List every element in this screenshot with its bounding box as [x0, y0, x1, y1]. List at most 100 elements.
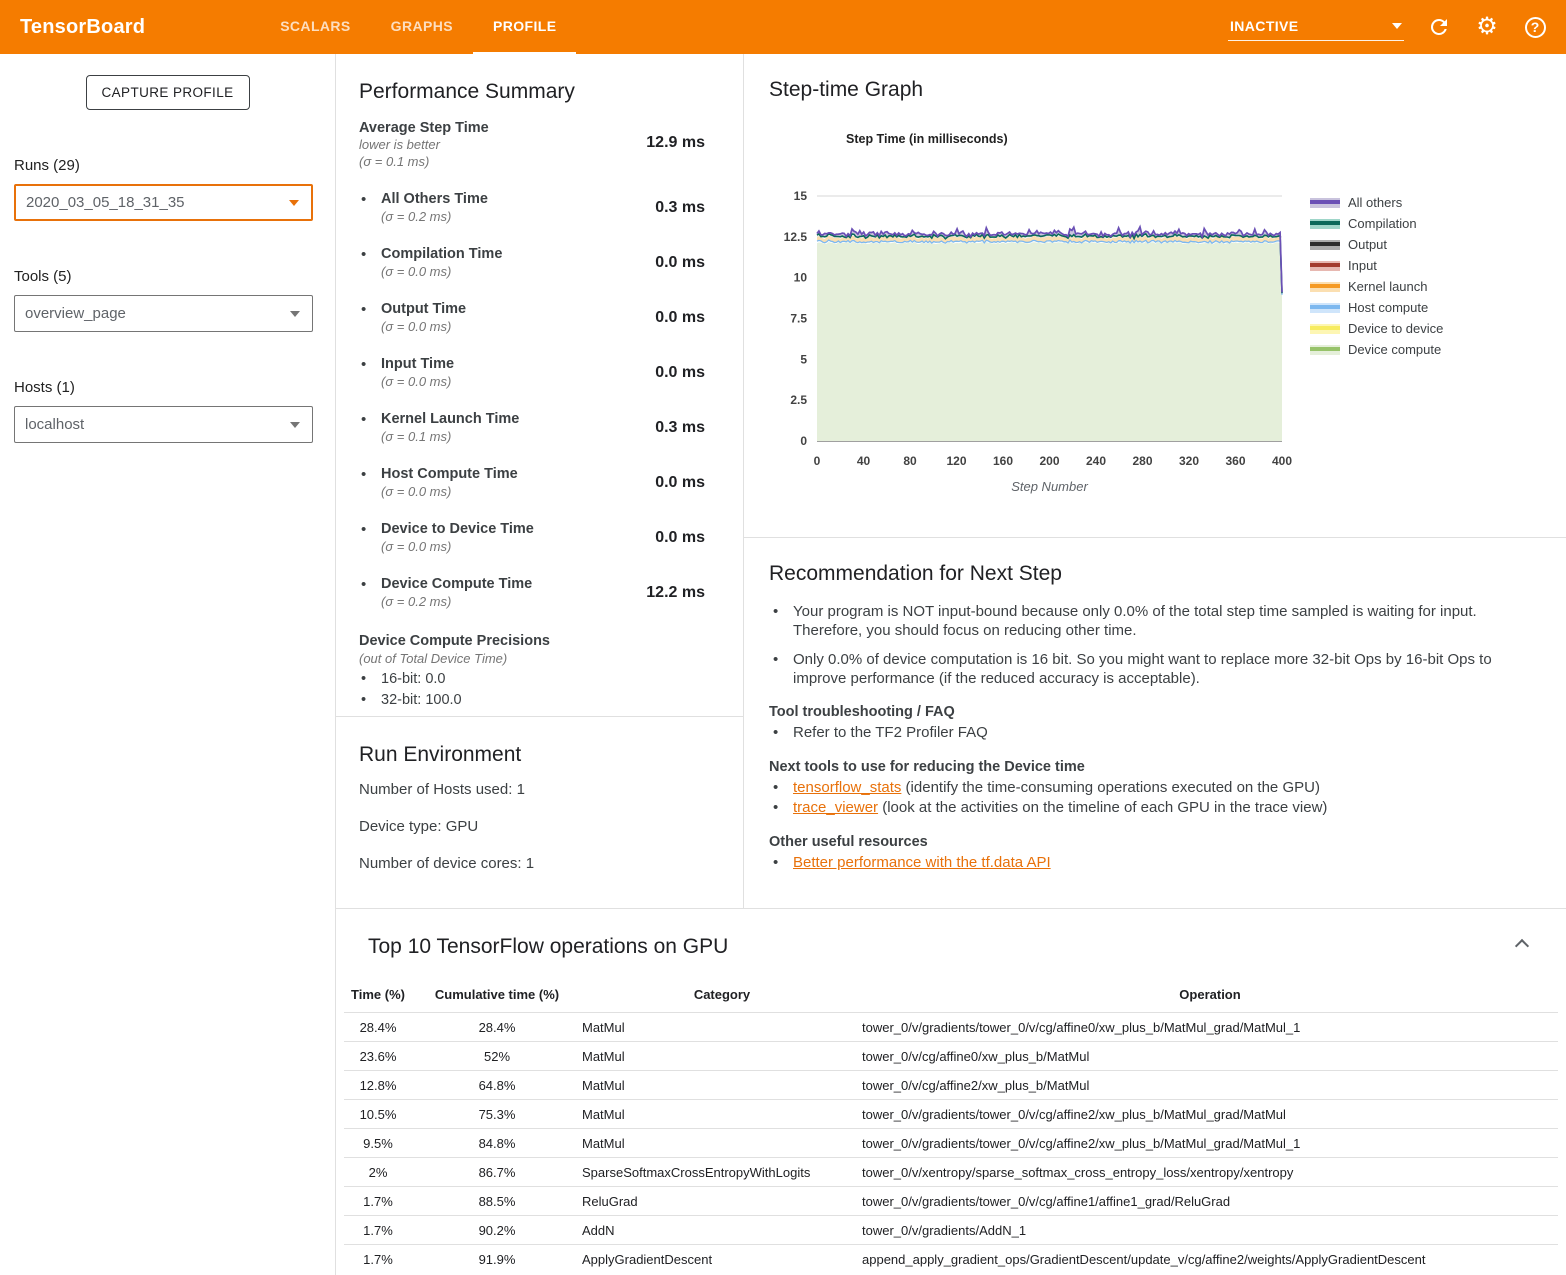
legend-label: Kernel launch	[1348, 279, 1428, 294]
cell-operation: tower_0/v/gradients/tower_0/v/cg/affine2…	[862, 1129, 1558, 1158]
col-header-category: Category	[582, 981, 862, 1013]
help-button[interactable]: ?	[1522, 14, 1548, 40]
legend-swatch	[1310, 198, 1340, 208]
capture-profile-button[interactable]: CAPTURE PROFILE	[86, 75, 250, 110]
cell-cumulative: 88.5%	[412, 1187, 582, 1216]
cell-cumulative: 91.9%	[412, 1245, 582, 1274]
chevron-down-icon	[289, 200, 299, 206]
resource-item: Better performance with the tf.data API	[769, 853, 1541, 873]
metric-sigma: (σ = 0.0 ms)	[381, 539, 534, 554]
tab-profile[interactable]: PROFILE	[473, 0, 576, 54]
legend-label: Device to device	[1348, 321, 1443, 336]
metric-value: 0.0 ms	[655, 364, 705, 389]
cell-operation: append_apply_gradient_ops/GradientDescen…	[862, 1245, 1558, 1274]
settings-button[interactable]: ⚙	[1474, 14, 1500, 40]
run-environment-title: Run Environment	[359, 743, 720, 767]
cell-time: 1.7%	[344, 1216, 412, 1245]
precision-item: 16-bit: 0.0	[359, 671, 705, 687]
metric-value: 0.0 ms	[655, 254, 705, 279]
legend-item: Host compute	[1310, 297, 1443, 318]
average-step-time-label: Average Step Time	[359, 120, 489, 136]
recommendation-bullets: Your program is NOT input-bound because …	[769, 602, 1541, 688]
legend-swatch	[1310, 261, 1340, 271]
metric-sigma: (σ = 0.0 ms)	[381, 319, 466, 334]
cell-time: 28.4%	[344, 1013, 412, 1042]
table-row: 1.7% 88.5% ReluGrad tower_0/v/gradients/…	[344, 1187, 1558, 1216]
legend-swatch	[1310, 282, 1340, 292]
sidebar: CAPTURE PROFILE Runs (29) 2020_03_05_18_…	[0, 54, 335, 1275]
legend-label: Compilation	[1348, 216, 1417, 231]
cell-operation: tower_0/v/cg/affine2/xw_plus_b/MatMul	[862, 1071, 1558, 1100]
faq-group-title: Tool troubleshooting / FAQ	[769, 704, 1541, 720]
col-header-operation: Operation	[862, 981, 1558, 1013]
svg-text:Step Number: Step Number	[1011, 479, 1088, 494]
help-icon: ?	[1525, 17, 1546, 38]
chevron-down-icon	[290, 311, 300, 317]
gear-icon: ⚙	[1476, 15, 1498, 39]
legend-item: Input	[1310, 255, 1443, 276]
metric-list: All Others Time (σ = 0.2 ms) 0.3 ms Comp…	[359, 191, 705, 609]
svg-text:7.5: 7.5	[790, 312, 807, 326]
metric-row: All Others Time (σ = 0.2 ms) 0.3 ms	[359, 191, 705, 224]
cell-time: 23.6%	[344, 1042, 412, 1071]
faq-items: Refer to the TF2 Profiler FAQ	[769, 723, 1541, 743]
cell-cumulative: 86.7%	[412, 1158, 582, 1187]
metric-value: 0.0 ms	[655, 309, 705, 334]
metric-value: 0.3 ms	[655, 419, 705, 444]
resource-link[interactable]: Better performance with the tf.data API	[793, 854, 1051, 871]
col-header-cumulative: Cumulative time (%)	[412, 981, 582, 1013]
performance-summary-title: Performance Summary	[359, 80, 705, 104]
tools-select[interactable]: overview_page	[14, 295, 313, 332]
next-tool-item: tensorflow_stats (identify the time-cons…	[769, 778, 1541, 798]
metric-sigma: (σ = 0.1 ms)	[381, 429, 519, 444]
step-time-chart[interactable]: 02.557.51012.515040801201602002402803203…	[769, 186, 1296, 504]
cell-category: AddN	[582, 1216, 862, 1245]
svg-text:160: 160	[993, 454, 1013, 468]
cell-time: 12.8%	[344, 1071, 412, 1100]
svg-text:0: 0	[800, 434, 807, 448]
chevron-down-icon	[290, 422, 300, 428]
precisions-list: 16-bit: 0.032-bit: 100.0	[359, 671, 705, 708]
status-dropdown-value: INACTIVE	[1230, 18, 1299, 34]
metric-row: Input Time (σ = 0.0 ms) 0.0 ms	[359, 356, 705, 389]
cell-time: 2%	[344, 1158, 412, 1187]
cell-time: 1.7%	[344, 1245, 412, 1274]
cell-cumulative: 75.3%	[412, 1100, 582, 1129]
reload-button[interactable]	[1426, 14, 1452, 40]
average-step-time-row: Average Step Time lower is better (σ = 0…	[359, 120, 705, 169]
average-step-time-value: 12.9 ms	[646, 134, 705, 169]
legend-label: Device compute	[1348, 342, 1441, 357]
top-ops-table: Time (%) Cumulative time (%) Category Op…	[344, 981, 1558, 1274]
hosts-label: Hosts (1)	[14, 379, 335, 396]
legend-item: Kernel launch	[1310, 276, 1443, 297]
status-dropdown[interactable]: INACTIVE	[1228, 14, 1404, 41]
recommendation-title: Recommendation for Next Step	[769, 562, 1541, 586]
legend-label: Input	[1348, 258, 1377, 273]
table-row: 10.5% 75.3% MatMul tower_0/v/gradients/t…	[344, 1100, 1558, 1129]
cell-operation: tower_0/v/xentropy/sparse_softmax_cross_…	[862, 1158, 1558, 1187]
svg-text:0: 0	[814, 454, 821, 468]
average-step-time-sigma: (σ = 0.1 ms)	[359, 154, 489, 169]
run-environment-card: Run Environment Number of Hosts used: 1D…	[336, 717, 744, 908]
collapse-button[interactable]	[1510, 931, 1534, 955]
legend-item: Device compute	[1310, 339, 1443, 360]
hosts-select[interactable]: localhost	[14, 406, 313, 443]
run-environment-line: Device type: GPU	[359, 818, 720, 835]
runs-select[interactable]: 2020_03_05_18_31_35	[14, 184, 313, 221]
tab-graphs[interactable]: GRAPHS	[371, 0, 473, 54]
legend-item: Device to device	[1310, 318, 1443, 339]
cell-category: MatMul	[582, 1100, 862, 1129]
cell-category: MatMul	[582, 1071, 862, 1100]
metric-row: Output Time (σ = 0.0 ms) 0.0 ms	[359, 301, 705, 334]
legend-label: Host compute	[1348, 300, 1428, 315]
tab-scalars[interactable]: SCALARS	[260, 0, 370, 54]
cell-operation: tower_0/v/gradients/AddN_1	[862, 1216, 1558, 1245]
table-row: 9.5% 84.8% MatMul tower_0/v/gradients/to…	[344, 1129, 1558, 1158]
reload-icon	[1427, 15, 1451, 39]
tool-link[interactable]: tensorflow_stats	[793, 779, 901, 796]
average-step-time-note: lower is better	[359, 137, 489, 152]
tool-link[interactable]: trace_viewer	[793, 799, 878, 816]
cell-operation: tower_0/v/gradients/tower_0/v/cg/affine0…	[862, 1013, 1558, 1042]
cell-operation: tower_0/v/cg/affine0/xw_plus_b/MatMul	[862, 1042, 1558, 1071]
recommendation-card: Recommendation for Next Step Your progra…	[744, 538, 1566, 908]
